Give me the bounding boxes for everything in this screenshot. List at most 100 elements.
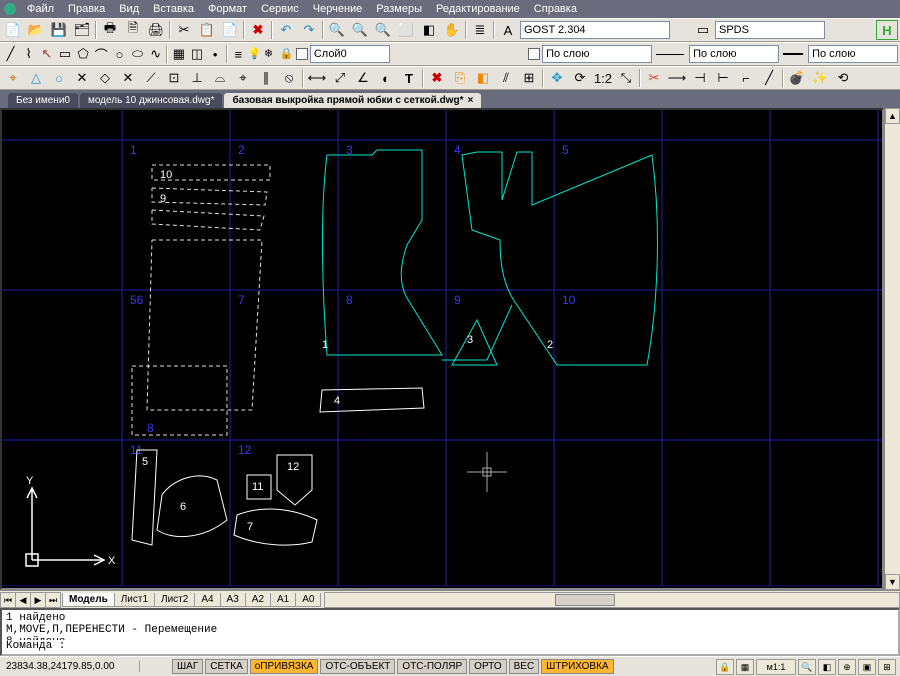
polygon-icon[interactable]: ⬠: [75, 44, 92, 64]
toggle-lwt[interactable]: ВЕС: [509, 659, 540, 674]
arc-icon[interactable]: ⌒: [93, 44, 110, 64]
zoom-out-icon[interactable]: 🔍: [372, 20, 394, 40]
vertical-scrollbar[interactable]: ▲ ▼: [884, 108, 900, 590]
point-icon[interactable]: •: [207, 44, 224, 64]
layout-tab-a3[interactable]: A3: [220, 593, 246, 607]
menu-tools[interactable]: Сервис: [254, 3, 306, 15]
spline-icon[interactable]: ∿: [147, 44, 164, 64]
scroll-thumb[interactable]: [555, 594, 615, 606]
color-field[interactable]: [542, 45, 652, 63]
trim-icon[interactable]: ✂: [643, 68, 665, 88]
doc-tab-2[interactable]: базовая выкройка прямой юбки с сеткой.dw…: [224, 93, 481, 108]
zoom-in-icon[interactable]: 🔍: [349, 20, 371, 40]
command-input[interactable]: [69, 640, 894, 652]
osnap-none-icon[interactable]: ⦸: [278, 68, 300, 88]
circle-icon[interactable]: ○: [111, 44, 128, 64]
pan-icon[interactable]: ✋: [441, 20, 463, 40]
props-icon[interactable]: ≣: [469, 20, 491, 40]
osnap-node-icon[interactable]: ✕: [71, 68, 93, 88]
menu-dims[interactable]: Размеры: [369, 3, 429, 15]
tab-last-icon[interactable]: ⏭: [45, 592, 61, 608]
status-icon-lock[interactable]: 🔒: [716, 659, 734, 675]
osnap-mid-icon[interactable]: △: [25, 68, 47, 88]
menu-draw[interactable]: Черчение: [306, 3, 370, 15]
doc-tab-1[interactable]: модель 10 джинсовая.dwg*: [80, 93, 223, 108]
purge-icon[interactable]: ✨: [809, 68, 831, 88]
layer-name-field[interactable]: [310, 45, 390, 63]
status-icon-ext[interactable]: ▣: [858, 659, 876, 675]
offset-icon[interactable]: ⫽: [495, 68, 517, 88]
extend-icon[interactable]: ⟶: [666, 68, 688, 88]
menu-insert[interactable]: Вставка: [146, 3, 201, 15]
linetype-combo[interactable]: [653, 45, 779, 63]
layout-tab-a0[interactable]: A0: [295, 593, 321, 607]
explode-icon[interactable]: 💣: [786, 68, 808, 88]
layer-manager-icon[interactable]: ≡: [230, 44, 247, 64]
drawing-canvas[interactable]: 1 2 3 4 5 56 7 8 9 10 11 12 8: [0, 108, 884, 590]
doc-tab-0[interactable]: Без имени0: [8, 93, 78, 108]
block-icon[interactable]: ◫: [188, 44, 205, 64]
arrow-icon[interactable]: ↖: [38, 44, 55, 64]
join-icon[interactable]: ⊢: [712, 68, 734, 88]
scroll-up-icon[interactable]: ▲: [885, 108, 900, 124]
spds-field[interactable]: [715, 21, 825, 39]
lineweight-field[interactable]: [808, 45, 898, 63]
osnap-cen-icon[interactable]: ○: [48, 68, 70, 88]
zoom-window-icon[interactable]: ◧: [418, 20, 440, 40]
menu-help[interactable]: Справка: [527, 3, 584, 15]
redo-icon[interactable]: ↷: [298, 20, 320, 40]
regen-icon[interactable]: ⟲: [832, 68, 854, 88]
stretch-icon[interactable]: ⤡: [615, 68, 637, 88]
status-icon-misc[interactable]: ⊞: [878, 659, 896, 675]
save-icon[interactable]: 💾: [48, 20, 70, 40]
zoom-realtime-icon[interactable]: 🔍: [326, 20, 348, 40]
tab-next-icon[interactable]: ▶: [30, 592, 46, 608]
layout-tab-list1[interactable]: Лист1: [114, 593, 155, 607]
dim-angular-icon[interactable]: ∠: [352, 68, 374, 88]
toggle-otrack-polar[interactable]: ОТС-ПОЛЯР: [397, 659, 467, 674]
rect-icon[interactable]: ▭: [56, 44, 73, 64]
print-preview-icon[interactable]: 🗎: [122, 20, 144, 40]
osnap-ins-icon[interactable]: ⊡: [163, 68, 185, 88]
toggle-snap[interactable]: ШАГ: [172, 659, 203, 674]
copy-obj-icon[interactable]: ⎘: [449, 68, 471, 88]
lineweight-combo[interactable]: [780, 45, 898, 63]
line-icon[interactable]: ╱: [2, 44, 19, 64]
osnap-int-icon[interactable]: ✕: [117, 68, 139, 88]
font-field[interactable]: [520, 21, 670, 39]
toggle-hatch[interactable]: ШТРИХОВКА: [541, 659, 613, 674]
status-scale[interactable]: м1:1: [756, 659, 796, 675]
new-icon[interactable]: 📄: [2, 20, 24, 40]
layout-tab-a4[interactable]: A4: [194, 593, 220, 607]
osnap-near-icon[interactable]: ⌖: [232, 68, 254, 88]
zoom-extents-icon[interactable]: ⬜: [395, 20, 417, 40]
horizontal-scrollbar[interactable]: [324, 592, 900, 608]
copy-icon[interactable]: 📋: [196, 20, 218, 40]
erase-icon[interactable]: ✖: [426, 68, 448, 88]
spds-icon[interactable]: ▭: [692, 20, 714, 40]
osnap-ext-icon[interactable]: ⟋: [140, 68, 162, 88]
undo-icon[interactable]: ↶: [275, 20, 297, 40]
layout-tab-list2[interactable]: Лист2: [154, 593, 195, 607]
chamfer-icon[interactable]: ╱: [758, 68, 780, 88]
layer-combo[interactable]: 💡 ❄ 🔒: [248, 45, 390, 63]
close-icon[interactable]: ×: [467, 95, 473, 106]
tab-prev-icon[interactable]: ◀: [15, 592, 31, 608]
menu-file[interactable]: Файл: [20, 3, 61, 15]
toggle-osnap[interactable]: оПРИВЯЗКА: [250, 659, 319, 674]
status-icon-layer[interactable]: ◧: [818, 659, 836, 675]
scroll-down-icon[interactable]: ▼: [885, 574, 900, 590]
color-combo[interactable]: [528, 45, 652, 63]
tab-first-icon[interactable]: ⏮: [0, 592, 16, 608]
help-icon[interactable]: H: [876, 20, 898, 40]
osnap-perp-icon[interactable]: ⊥: [186, 68, 208, 88]
toggle-ortho[interactable]: ОРТО: [469, 659, 506, 674]
ellipse-icon[interactable]: ⬭: [129, 44, 146, 64]
plot-icon[interactable]: 🖨: [145, 20, 167, 40]
linetype-field[interactable]: [689, 45, 779, 63]
mirror-icon[interactable]: ◧: [472, 68, 494, 88]
text-style-icon[interactable]: A: [497, 20, 519, 40]
menu-modify[interactable]: Редактирование: [429, 3, 527, 15]
text-icon[interactable]: T: [398, 68, 420, 88]
menu-format[interactable]: Формат: [201, 3, 254, 15]
